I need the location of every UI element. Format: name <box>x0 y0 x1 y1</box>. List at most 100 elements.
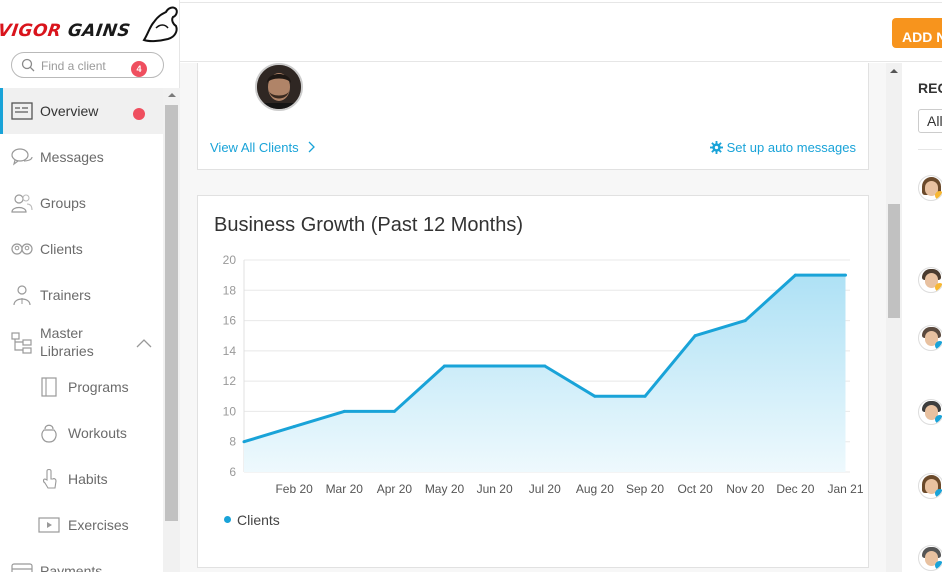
x-tick-label: Nov 20 <box>726 482 764 496</box>
programs-icon <box>41 377 57 397</box>
sidebar-item-workouts[interactable]: Workouts <box>0 410 163 456</box>
x-tick-label: Aug 20 <box>576 482 614 496</box>
growth-area-chart: 6 8 10 12 14 16 18 20 Feb 20 Mar 20 Apr 20 May 20 Ju… <box>223 253 864 496</box>
libraries-icon <box>11 332 32 354</box>
client-avatar[interactable] <box>255 63 303 111</box>
x-tick-label: Jan 21 <box>827 482 863 496</box>
main-scroll-thumb[interactable] <box>888 204 900 318</box>
scroll-up-arrow-icon[interactable] <box>890 69 898 73</box>
sidebar-scroll-thumb[interactable] <box>165 105 178 521</box>
sidebar-label-workouts: Workouts <box>68 425 127 441</box>
brand-name-part1: VIGOR <box>0 21 63 41</box>
data-point <box>493 364 497 368</box>
gear-icon <box>709 141 723 154</box>
brand-wordmark: VIGOR GAINS <box>0 21 132 41</box>
panel-divider <box>918 149 942 150</box>
growth-chart-title: Business Growth (Past 12 Months) <box>214 214 524 236</box>
series-area-clients <box>244 275 846 472</box>
activity-avatar[interactable] <box>918 175 942 201</box>
activity-status-mark <box>935 489 942 498</box>
y-tick-label: 20 <box>223 253 237 267</box>
activity-avatar[interactable] <box>918 399 942 425</box>
y-tick-label: 16 <box>223 314 237 328</box>
sidebar-item-exercises[interactable]: Exercises <box>0 502 163 548</box>
data-point <box>392 409 396 413</box>
sidebar-label-trainers: Trainers <box>40 287 91 303</box>
sidebar-item-messages[interactable]: Messages <box>0 134 163 180</box>
x-tick-label: Sep 20 <box>626 482 664 496</box>
sidebar-label-habits: Habits <box>68 471 108 487</box>
activity-status-mark <box>935 283 942 292</box>
sidebar-label-groups: Groups <box>40 195 86 211</box>
kettlebell-icon <box>41 424 57 443</box>
x-tick-label: Oct 20 <box>677 482 713 496</box>
y-tick-label: 8 <box>229 435 236 449</box>
groups-notification-dot <box>133 108 145 120</box>
activity-avatar[interactable] <box>918 325 942 351</box>
habits-icon <box>42 468 57 489</box>
chart-legend[interactable]: Clients <box>224 512 280 528</box>
sidebar-item-programs[interactable]: Programs <box>0 364 163 410</box>
sidebar-label-clients: Clients <box>40 241 83 257</box>
activity-status-mark <box>935 191 942 200</box>
activity-avatar[interactable] <box>918 267 942 293</box>
data-point <box>292 425 296 429</box>
activity-filter-select[interactable]: All <box>918 109 942 133</box>
x-tick-label: May 20 <box>425 482 465 496</box>
app-root: VIGOR GAINS Overview <box>0 0 942 572</box>
x-tick-label: Dec 20 <box>776 482 814 496</box>
sidebar: VIGOR GAINS Overview <box>0 0 180 572</box>
search-icon <box>21 58 35 72</box>
y-tick-label: 6 <box>229 465 236 479</box>
messages-unread-badge: 4 <box>131 61 147 77</box>
view-all-clients-label: View All Clients <box>210 140 299 155</box>
sidebar-item-trainers[interactable]: Trainers <box>0 272 163 318</box>
add-new-button[interactable]: ADD N <box>892 18 942 48</box>
data-point <box>342 409 346 413</box>
brand-name-part2: GAINS <box>60 21 132 41</box>
sidebar-item-habits[interactable]: Habits <box>0 456 163 502</box>
recent-activity-panel: REC All <box>902 63 942 572</box>
y-tick-label: 12 <box>223 374 237 388</box>
data-point <box>242 440 246 444</box>
brand-logo[interactable]: VIGOR GAINS <box>0 2 180 46</box>
main-scrollbar[interactable] <box>886 63 902 572</box>
sidebar-nav: Overview Messages Groups Clients Trainer… <box>0 88 163 572</box>
activity-avatar[interactable] <box>918 545 942 571</box>
activity-avatar[interactable] <box>918 473 942 499</box>
sidebar-label-master-libraries: Master Libraries <box>40 325 94 359</box>
overview-icon <box>11 102 33 120</box>
clients-icon <box>11 243 33 255</box>
recent-panel-title: REC <box>918 80 942 96</box>
activity-status-mark <box>935 561 942 570</box>
sidebar-label-payments: Payments <box>40 563 103 572</box>
clients-card: View All Clients Set up auto messages <box>197 63 869 170</box>
data-point <box>693 334 697 338</box>
top-bar <box>180 2 942 62</box>
legend-swatch-clients <box>224 516 231 523</box>
view-all-clients-link[interactable]: View All Clients <box>210 140 316 155</box>
data-point <box>643 394 647 398</box>
auto-messages-link[interactable]: Set up auto messages <box>709 140 856 155</box>
x-tick-label: Feb 20 <box>275 482 313 496</box>
messages-icon <box>11 148 33 166</box>
sidebar-item-payments[interactable]: Payments <box>0 548 163 572</box>
sidebar-item-master-libraries[interactable]: Master Libraries <box>0 318 163 370</box>
y-tick-label: 18 <box>223 283 237 297</box>
x-tick-label: Mar 20 <box>326 482 364 496</box>
chevron-right-icon <box>308 141 316 153</box>
auto-messages-label: Set up auto messages <box>726 140 856 155</box>
sidebar-scrollbar[interactable] <box>163 88 180 572</box>
sidebar-label-programs: Programs <box>68 379 129 395</box>
scroll-up-arrow-icon[interactable] <box>168 93 176 97</box>
sidebar-item-clients[interactable]: Clients <box>0 226 163 272</box>
activity-status-mark <box>935 341 942 350</box>
groups-icon <box>11 194 33 213</box>
data-point <box>543 364 547 368</box>
data-point <box>442 364 446 368</box>
sidebar-item-groups[interactable]: Groups <box>0 180 163 226</box>
client-photo <box>257 65 301 109</box>
business-growth-card: Business Growth (Past 12 Months) 6 8 10 12 1… <box>197 195 869 568</box>
chevron-up-icon[interactable] <box>136 338 152 348</box>
x-tick-label: Jul 20 <box>529 482 561 496</box>
